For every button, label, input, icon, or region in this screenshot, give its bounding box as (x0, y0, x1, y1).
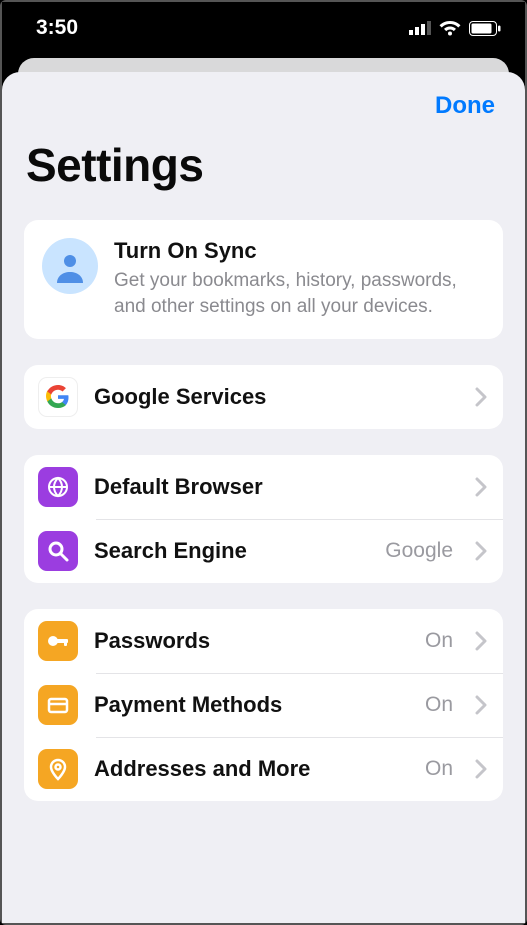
status-indicators (409, 20, 501, 36)
addresses-row[interactable]: Addresses and More On (24, 737, 503, 801)
passwords-row[interactable]: Passwords On (24, 609, 503, 673)
chevron-right-icon (475, 387, 487, 407)
search-engine-value: Google (385, 539, 453, 563)
sync-subtitle: Get your bookmarks, history, passwords, … (114, 268, 485, 319)
globe-icon (38, 467, 78, 507)
status-bar: 3:50 (2, 2, 525, 54)
sync-group: Turn On Sync Get your bookmarks, history… (24, 220, 503, 339)
google-icon (38, 377, 78, 417)
payment-methods-value: On (425, 693, 453, 717)
chevron-right-icon (475, 759, 487, 779)
card-icon (38, 685, 78, 725)
addresses-value: On (425, 757, 453, 781)
turn-on-sync-row[interactable]: Turn On Sync Get your bookmarks, history… (24, 220, 503, 339)
google-services-label: Google Services (94, 384, 459, 410)
settings-sheet: Done Settings Turn On Sync Get your book… (2, 72, 525, 923)
chevron-right-icon (475, 541, 487, 561)
done-button[interactable]: Done (435, 92, 495, 120)
default-browser-label: Default Browser (94, 474, 459, 500)
search-engine-row[interactable]: Search Engine Google (24, 519, 503, 583)
chevron-right-icon (475, 695, 487, 715)
payment-methods-label: Payment Methods (94, 692, 409, 718)
search-icon (38, 531, 78, 571)
wifi-icon (439, 20, 461, 36)
autofill-group: Passwords On Payment Methods On Addresse… (24, 609, 503, 801)
chevron-right-icon (475, 631, 487, 651)
default-browser-row[interactable]: Default Browser (24, 455, 503, 519)
sync-title: Turn On Sync (114, 238, 485, 264)
search-engine-label: Search Engine (94, 538, 369, 564)
page-title: Settings (26, 138, 501, 192)
passwords-value: On (425, 629, 453, 653)
nav-bar: Done (24, 72, 503, 120)
avatar-icon (42, 238, 98, 294)
browser-group: Default Browser Search Engine Google (24, 455, 503, 583)
battery-icon (469, 21, 501, 36)
chevron-right-icon (475, 477, 487, 497)
status-time: 3:50 (36, 16, 78, 40)
google-group: Google Services (24, 365, 503, 429)
payment-methods-row[interactable]: Payment Methods On (24, 673, 503, 737)
addresses-label: Addresses and More (94, 756, 409, 782)
cellular-icon (409, 21, 431, 35)
location-icon (38, 749, 78, 789)
key-icon (38, 621, 78, 661)
google-services-row[interactable]: Google Services (24, 365, 503, 429)
passwords-label: Passwords (94, 628, 409, 654)
